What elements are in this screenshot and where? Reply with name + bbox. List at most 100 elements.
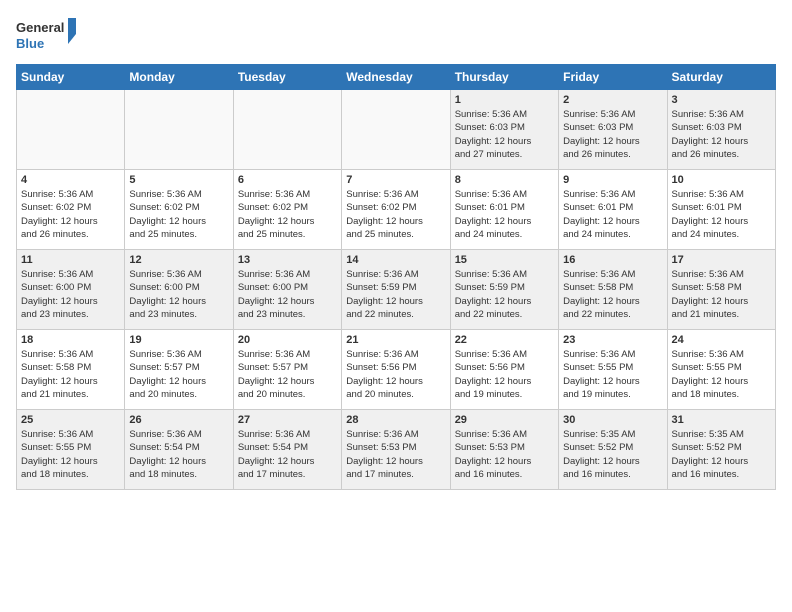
calendar-cell: 30 Sunrise: 5:35 AM Sunset: 5:52 PM Dayli…: [559, 410, 667, 490]
day-number: 31: [672, 414, 771, 426]
day-info: Sunrise: 5:36 AM Sunset: 6:03 PM Dayligh…: [672, 108, 771, 161]
day-info: Sunrise: 5:36 AM Sunset: 5:58 PM Dayligh…: [563, 268, 662, 321]
day-info: Sunrise: 5:36 AM Sunset: 5:55 PM Dayligh…: [21, 428, 120, 481]
calendar-cell: 16 Sunrise: 5:36 AM Sunset: 5:58 PM Dayli…: [559, 250, 667, 330]
calendar-cell: 3 Sunrise: 5:36 AM Sunset: 6:03 PM Daylig…: [667, 90, 775, 170]
calendar-header: SundayMondayTuesdayWednesdayThursdayFrid…: [17, 65, 776, 90]
day-info: Sunrise: 5:36 AM Sunset: 5:56 PM Dayligh…: [455, 348, 554, 401]
calendar-cell: 5 Sunrise: 5:36 AM Sunset: 6:02 PM Daylig…: [125, 170, 233, 250]
day-info: Sunrise: 5:36 AM Sunset: 6:02 PM Dayligh…: [238, 188, 337, 241]
day-info: Sunrise: 5:36 AM Sunset: 6:02 PM Dayligh…: [21, 188, 120, 241]
day-info: Sunrise: 5:36 AM Sunset: 5:59 PM Dayligh…: [455, 268, 554, 321]
calendar-cell: 13 Sunrise: 5:36 AM Sunset: 6:00 PM Dayli…: [233, 250, 341, 330]
day-info: Sunrise: 5:36 AM Sunset: 6:01 PM Dayligh…: [455, 188, 554, 241]
week-row-1: 1 Sunrise: 5:36 AM Sunset: 6:03 PM Daylig…: [17, 90, 776, 170]
day-number: 22: [455, 334, 554, 346]
calendar-cell: 19Sunrise: 5:36 AM Sunset: 5:57 PM Dayli…: [125, 330, 233, 410]
day-number: 1: [455, 94, 554, 106]
calendar-cell: 27 Sunrise: 5:36 AM Sunset: 5:54 PM Dayli…: [233, 410, 341, 490]
day-header-sunday: Sunday: [17, 65, 125, 90]
day-number: 4: [21, 174, 120, 186]
calendar-table: SundayMondayTuesdayWednesdayThursdayFrid…: [16, 64, 776, 490]
day-number: 10: [672, 174, 771, 186]
day-number: 14: [346, 254, 445, 266]
calendar-cell: 15Sunrise: 5:36 AM Sunset: 5:59 PM Dayli…: [450, 250, 558, 330]
calendar-cell: 17Sunrise: 5:36 AM Sunset: 5:58 PM Dayli…: [667, 250, 775, 330]
day-number: 27: [238, 414, 337, 426]
svg-text:General: General: [16, 20, 64, 35]
calendar-body: 1 Sunrise: 5:36 AM Sunset: 6:03 PM Daylig…: [17, 90, 776, 490]
day-number: 23: [563, 334, 662, 346]
calendar-cell: 21Sunrise: 5:36 AM Sunset: 5:56 PM Dayli…: [342, 330, 450, 410]
day-number: 21: [346, 334, 445, 346]
day-header-thursday: Thursday: [450, 65, 558, 90]
day-number: 11: [21, 254, 120, 266]
calendar-cell: 31 Sunrise: 5:35 AM Sunset: 5:52 PM Dayli…: [667, 410, 775, 490]
day-header-tuesday: Tuesday: [233, 65, 341, 90]
calendar-cell: 10 Sunrise: 5:36 AM Sunset: 6:01 PM Dayli…: [667, 170, 775, 250]
day-number: 30: [563, 414, 662, 426]
day-info: Sunrise: 5:36 AM Sunset: 6:00 PM Dayligh…: [238, 268, 337, 321]
day-info: Sunrise: 5:36 AM Sunset: 5:58 PM Dayligh…: [21, 348, 120, 401]
week-row-4: 18 Sunrise: 5:36 AM Sunset: 5:58 PM Dayli…: [17, 330, 776, 410]
week-row-2: 4 Sunrise: 5:36 AM Sunset: 6:02 PM Daylig…: [17, 170, 776, 250]
logo-svg: General Blue: [16, 16, 76, 56]
day-info: Sunrise: 5:36 AM Sunset: 6:03 PM Dayligh…: [563, 108, 662, 161]
day-number: 29: [455, 414, 554, 426]
day-info: Sunrise: 5:36 AM Sunset: 5:57 PM Dayligh…: [238, 348, 337, 401]
day-info: Sunrise: 5:36 AM Sunset: 5:53 PM Dayligh…: [346, 428, 445, 481]
calendar-cell: 26 Sunrise: 5:36 AM Sunset: 5:54 PM Dayli…: [125, 410, 233, 490]
day-number: 19: [129, 334, 228, 346]
calendar-cell: 29 Sunrise: 5:36 AM Sunset: 5:53 PM Dayli…: [450, 410, 558, 490]
day-number: 12: [129, 254, 228, 266]
day-header-monday: Monday: [125, 65, 233, 90]
day-info: Sunrise: 5:36 AM Sunset: 6:01 PM Dayligh…: [563, 188, 662, 241]
day-number: 8: [455, 174, 554, 186]
day-info: Sunrise: 5:36 AM Sunset: 6:02 PM Dayligh…: [129, 188, 228, 241]
calendar-cell: 11Sunrise: 5:36 AM Sunset: 6:00 PM Dayli…: [17, 250, 125, 330]
day-number: 9: [563, 174, 662, 186]
day-info: Sunrise: 5:35 AM Sunset: 5:52 PM Dayligh…: [563, 428, 662, 481]
day-info: Sunrise: 5:36 AM Sunset: 6:00 PM Dayligh…: [129, 268, 228, 321]
day-number: 16: [563, 254, 662, 266]
calendar-cell: 18 Sunrise: 5:36 AM Sunset: 5:58 PM Dayli…: [17, 330, 125, 410]
day-number: 28: [346, 414, 445, 426]
logo: General Blue: [16, 16, 76, 56]
calendar-cell: 23Sunrise: 5:36 AM Sunset: 5:55 PM Dayli…: [559, 330, 667, 410]
calendar-cell: 8 Sunrise: 5:36 AM Sunset: 6:01 PM Daylig…: [450, 170, 558, 250]
day-number: 18: [21, 334, 120, 346]
day-info: Sunrise: 5:36 AM Sunset: 5:54 PM Dayligh…: [129, 428, 228, 481]
day-number: 26: [129, 414, 228, 426]
day-header-wednesday: Wednesday: [342, 65, 450, 90]
calendar-cell: [125, 90, 233, 170]
day-info: Sunrise: 5:36 AM Sunset: 6:03 PM Dayligh…: [455, 108, 554, 161]
calendar-cell: 7Sunrise: 5:36 AM Sunset: 6:02 PM Daylig…: [342, 170, 450, 250]
day-header-saturday: Saturday: [667, 65, 775, 90]
week-row-3: 11 Sunrise: 5:36 AM Sunset: 6:00 PM Dayli…: [17, 250, 776, 330]
day-info: Sunrise: 5:36 AM Sunset: 5:54 PM Dayligh…: [238, 428, 337, 481]
calendar-cell: [233, 90, 341, 170]
day-number: 3: [672, 94, 771, 106]
calendar-cell: 1 Sunrise: 5:36 AM Sunset: 6:03 PM Daylig…: [450, 90, 558, 170]
svg-text:Blue: Blue: [16, 36, 44, 51]
day-info: Sunrise: 5:36 AM Sunset: 5:58 PM Dayligh…: [672, 268, 771, 321]
day-info: Sunrise: 5:35 AM Sunset: 5:52 PM Dayligh…: [672, 428, 771, 481]
calendar-cell: 22 Sunrise: 5:36 AM Sunset: 5:56 PM Dayli…: [450, 330, 558, 410]
day-info: Sunrise: 5:36 AM Sunset: 5:53 PM Dayligh…: [455, 428, 554, 481]
calendar-cell: 25Sunrise: 5:36 AM Sunset: 5:55 PM Dayli…: [17, 410, 125, 490]
calendar-cell: 12 Sunrise: 5:36 AM Sunset: 6:00 PM Dayli…: [125, 250, 233, 330]
day-number: 5: [129, 174, 228, 186]
day-number: 24: [672, 334, 771, 346]
week-row-5: 25Sunrise: 5:36 AM Sunset: 5:55 PM Dayli…: [17, 410, 776, 490]
day-info: Sunrise: 5:36 AM Sunset: 6:02 PM Dayligh…: [346, 188, 445, 241]
day-number: 20: [238, 334, 337, 346]
calendar-cell: 14 Sunrise: 5:36 AM Sunset: 5:59 PM Dayli…: [342, 250, 450, 330]
calendar-cell: 6Sunrise: 5:36 AM Sunset: 6:02 PM Daylig…: [233, 170, 341, 250]
day-info: Sunrise: 5:36 AM Sunset: 5:59 PM Dayligh…: [346, 268, 445, 321]
day-info: Sunrise: 5:36 AM Sunset: 6:01 PM Dayligh…: [672, 188, 771, 241]
day-number: 13: [238, 254, 337, 266]
header-row: SundayMondayTuesdayWednesdayThursdayFrid…: [17, 65, 776, 90]
calendar-cell: 4 Sunrise: 5:36 AM Sunset: 6:02 PM Daylig…: [17, 170, 125, 250]
day-info: Sunrise: 5:36 AM Sunset: 5:55 PM Dayligh…: [672, 348, 771, 401]
calendar-cell: 28 Sunrise: 5:36 AM Sunset: 5:53 PM Dayli…: [342, 410, 450, 490]
